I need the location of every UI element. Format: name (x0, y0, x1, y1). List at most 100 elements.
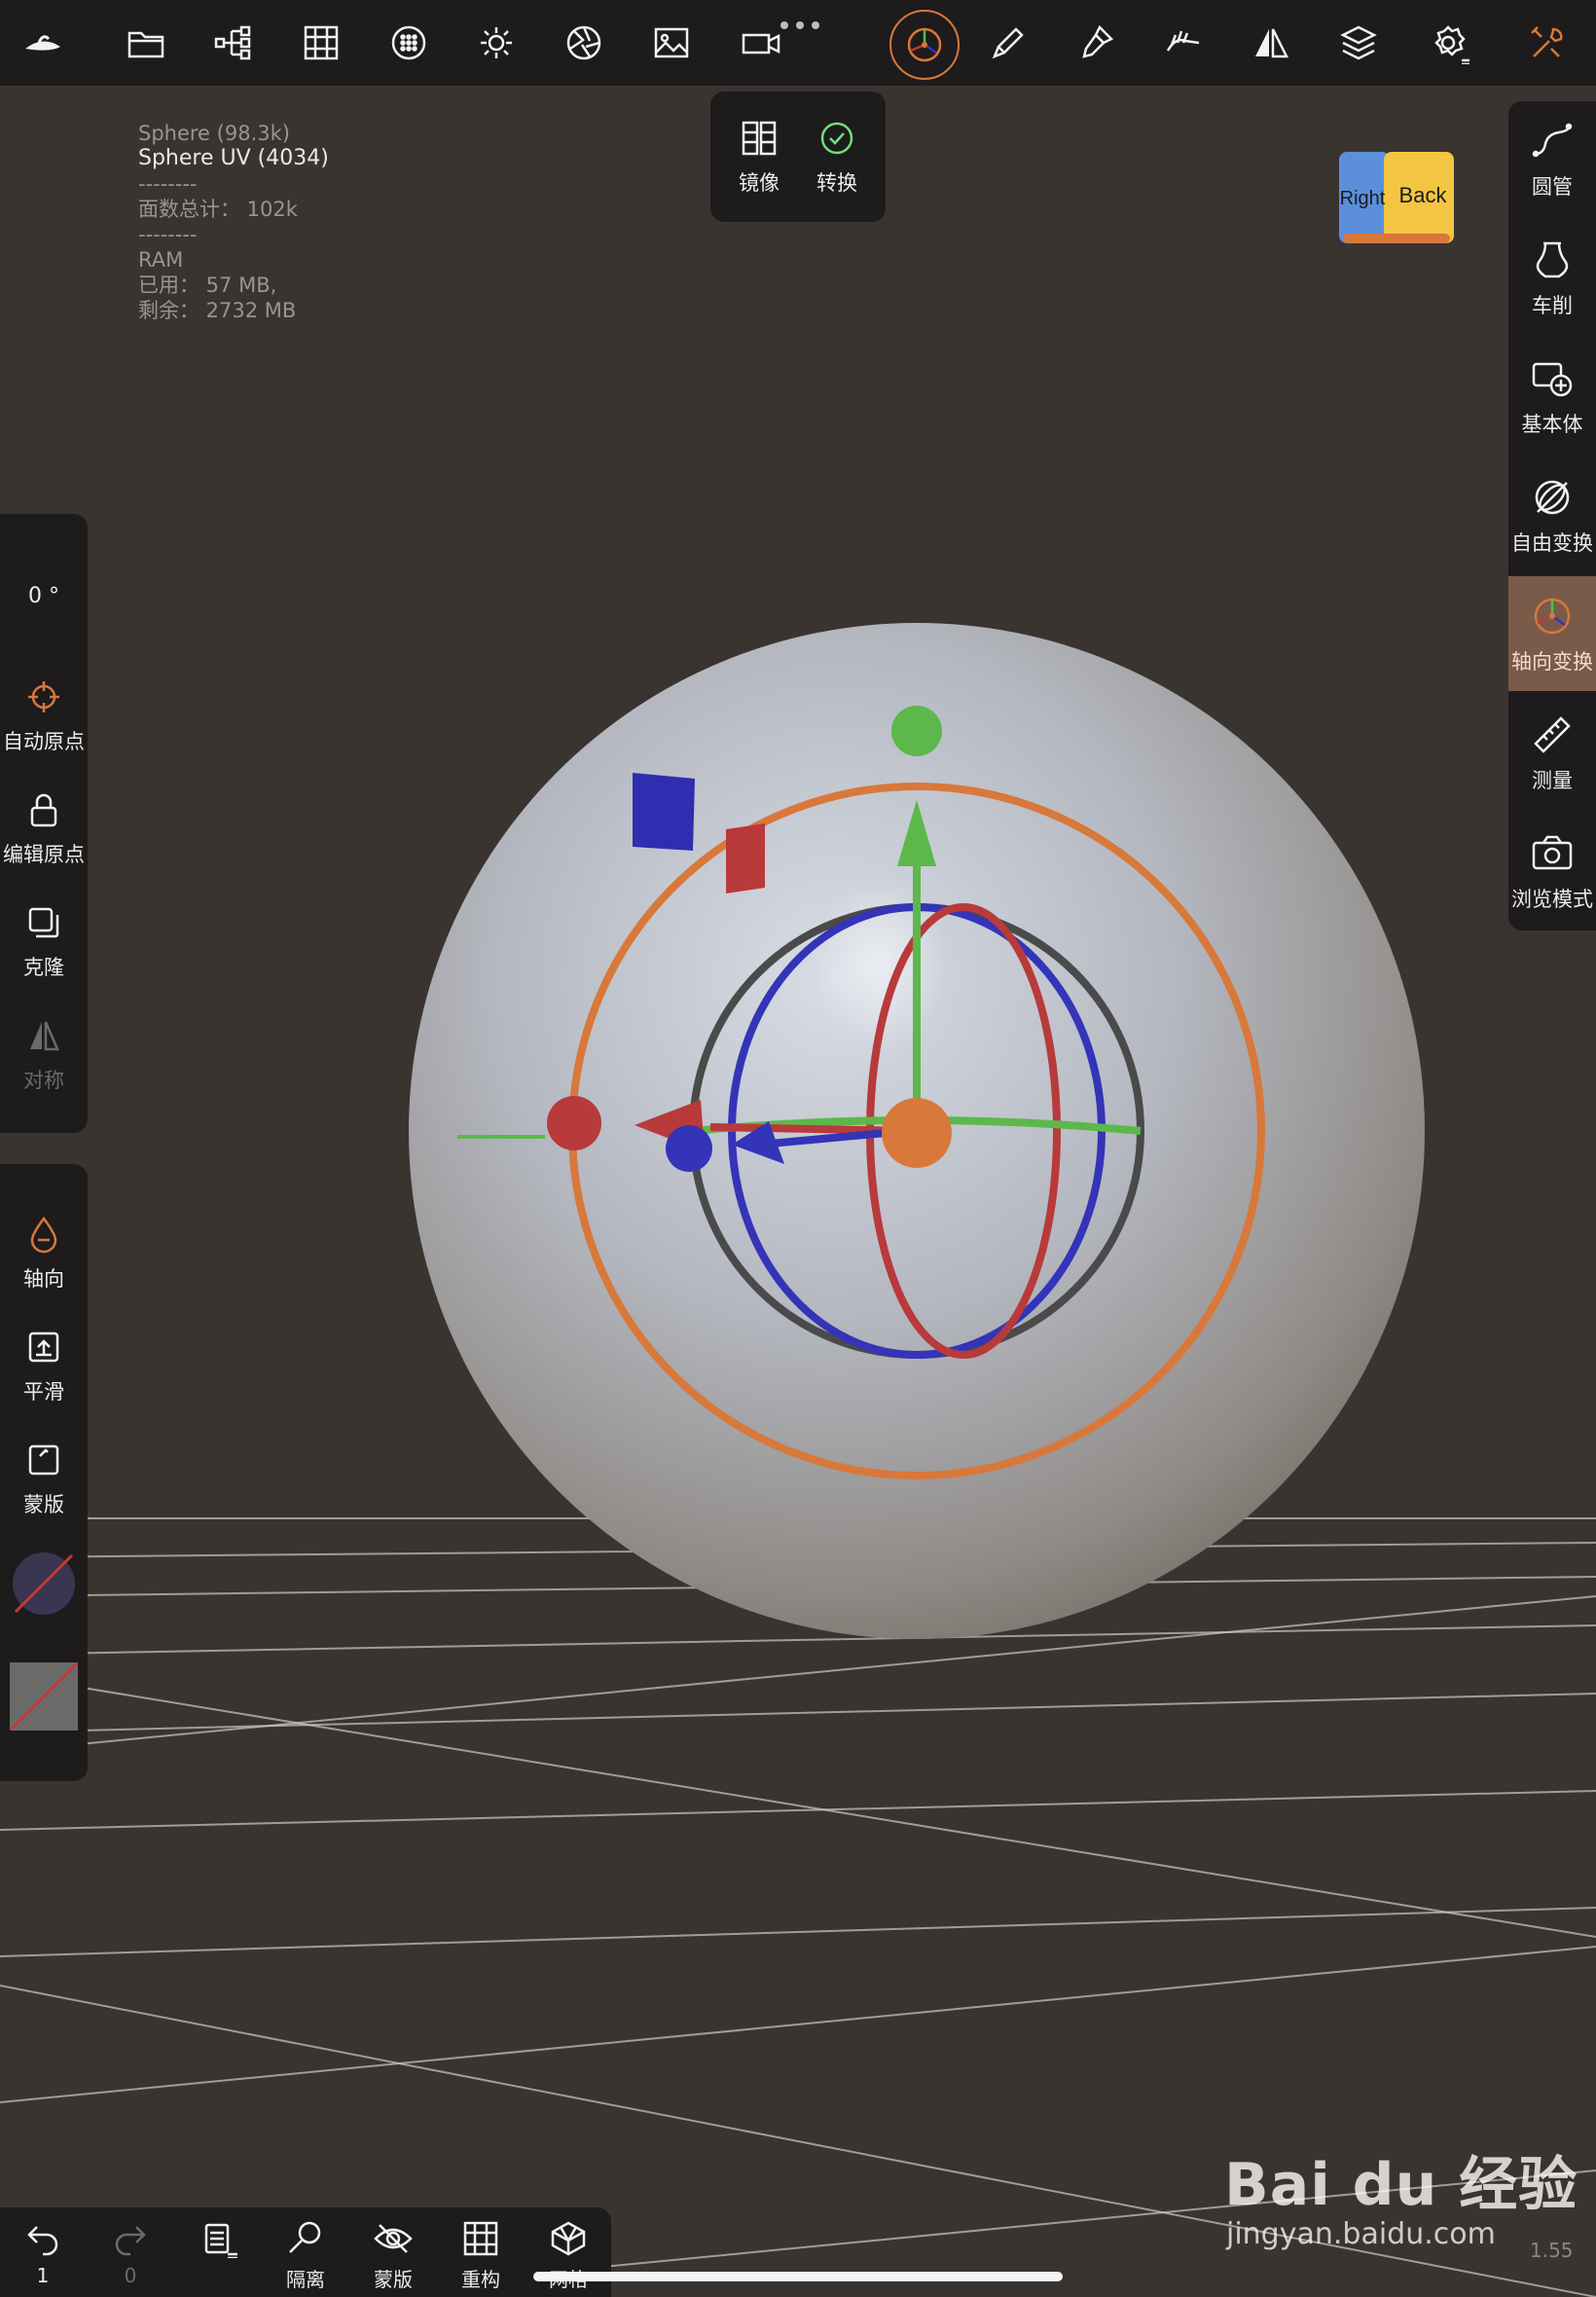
hide-mask-button[interactable]: 蒙版 (354, 2219, 432, 2292)
lock-icon (30, 793, 57, 827)
undo-icon (27, 2226, 58, 2256)
mirror-convert-popup: 镜像 转换 (710, 91, 886, 222)
zoom-level: 1.55 (1530, 2239, 1574, 2262)
browse-mode-tool[interactable]: 浏览模式 (1508, 814, 1596, 929)
axis-button[interactable]: 轴向 (0, 1215, 88, 1293)
watermark-logo: Bai du 经验 (1224, 2151, 1578, 2219)
angle-value[interactable]: 0 ° (0, 584, 88, 608)
measure-tool[interactable]: 测量 (1508, 695, 1596, 810)
layers-icon[interactable] (1329, 14, 1388, 72)
camera-aperture-icon[interactable] (555, 14, 613, 72)
viewport-3d[interactable] (0, 0, 1596, 2297)
settings-gear-icon[interactable] (1419, 14, 1477, 72)
tube-curve-icon (1532, 123, 1573, 158)
redo-icon (115, 2226, 146, 2256)
info-separator: -------- (138, 223, 198, 246)
mirror-symmetry-icon[interactable] (1242, 14, 1300, 72)
free-transform-icon (1535, 480, 1570, 515)
primitive-tool[interactable]: 基本体 (1508, 339, 1596, 454)
redo-button[interactable]: 0 (91, 2219, 169, 2287)
scene-render (0, 623, 1596, 2297)
mask-button[interactable]: 蒙版 (0, 1440, 88, 1518)
view-cube-right[interactable]: Right (1340, 188, 1386, 209)
info-ram-title: RAM (138, 248, 184, 272)
folder-icon[interactable] (117, 14, 175, 72)
gizmo-transform-tool[interactable]: 轴向变换 (1508, 576, 1596, 691)
smooth-upload-icon (28, 1331, 59, 1363)
smooth-button[interactable]: 平滑 (0, 1328, 88, 1405)
hide-mask-label: 蒙版 (374, 2268, 413, 2291)
ruler-icon (1534, 716, 1571, 753)
image-icon[interactable] (642, 14, 701, 72)
symmetry-button[interactable]: 对称 (0, 1016, 88, 1094)
edit-origin-button[interactable]: 编辑原点 (0, 790, 88, 868)
info-ram-used: 已用： 57 MB, (138, 273, 277, 297)
left-panel-bottom: 轴向 平滑 蒙版 (0, 1164, 88, 1781)
undo-button[interactable]: 1 (4, 2219, 82, 2287)
primitive-add-icon (1532, 362, 1573, 397)
remesh-button[interactable]: 重构 (442, 2219, 520, 2292)
top-toolbar (0, 0, 1596, 86)
smooth-label: 平滑 (23, 1380, 64, 1404)
view-cube[interactable]: Right Back (1335, 148, 1458, 247)
info-mesh-total: Sphere (98.3k) (138, 122, 290, 145)
remesh-label: 重构 (461, 2268, 500, 2291)
convert-label: 转换 (816, 171, 857, 195)
mesh-icon (551, 2221, 586, 2256)
clone-label: 克隆 (23, 956, 64, 979)
auto-origin-label: 自动原点 (3, 730, 85, 753)
smudge-hand-icon[interactable] (1154, 14, 1213, 72)
clone-icon (28, 907, 59, 938)
scene-info: Sphere (98.3k) Sphere UV (4034) --------… (138, 121, 329, 323)
lathe-tool[interactable]: 车削 (1508, 220, 1596, 335)
grid-icon (463, 2221, 498, 2256)
gizmo-active-icon[interactable] (889, 10, 960, 80)
symmetry-label: 对称 (23, 1069, 64, 1092)
measure-label: 测量 (1532, 769, 1573, 792)
redo-count: 0 (124, 2264, 137, 2287)
notes-button[interactable] (179, 2219, 257, 2264)
mirror-button[interactable]: 镜像 (720, 119, 798, 197)
lathe-label: 车削 (1532, 294, 1573, 317)
right-toolbar: 圆管 车削 基本体 自由变换 轴向变换 测量 浏览模式 (1508, 101, 1596, 930)
axis-label: 轴向 (23, 1267, 64, 1291)
paint-brush-icon[interactable] (1067, 14, 1125, 72)
mirror-grid-icon (742, 121, 777, 156)
scene-tree-icon[interactable] (204, 14, 263, 72)
convert-button[interactable]: 转换 (798, 119, 876, 197)
symmetry-icon (30, 1021, 59, 1051)
mask-label: 蒙版 (23, 1493, 64, 1516)
mask-icon (28, 1444, 59, 1476)
more-dots-icon[interactable] (779, 16, 821, 29)
mirror-label: 镜像 (739, 171, 780, 195)
free-transform-tool[interactable]: 自由变换 (1508, 457, 1596, 572)
document-icon (204, 2223, 237, 2258)
info-faces: 面数总计： 102k (138, 198, 298, 221)
gizmo-transform-icon (1534, 598, 1571, 635)
isolate-button[interactable]: 隔离 (267, 2219, 345, 2292)
texture-swatch[interactable] (8, 1660, 80, 1732)
isolate-search-icon (289, 2221, 321, 2253)
watermark-url: jingyan.baidu.com (1226, 2217, 1496, 2251)
tube-tool[interactable]: 圆管 (1508, 101, 1596, 216)
clone-button[interactable]: 克隆 (0, 903, 88, 981)
edit-origin-label: 编辑原点 (3, 843, 85, 866)
info-separator: -------- (138, 172, 198, 196)
bottom-toolbar: 1 0 隔离 蒙版 重构 网格 (0, 2207, 611, 2297)
free-transform-label: 自由变换 (1511, 531, 1593, 555)
material-sphere-icon[interactable] (380, 14, 438, 72)
matcap-swatch[interactable] (12, 1551, 76, 1616)
auto-origin-button[interactable]: 自动原点 (0, 677, 88, 755)
brush-icon[interactable] (979, 14, 1037, 72)
topology-grid-icon[interactable] (292, 14, 350, 72)
camera-icon (1532, 835, 1573, 870)
lathe-vase-icon (1536, 241, 1569, 278)
app-logo-icon[interactable] (14, 14, 72, 72)
eye-hidden-icon (374, 2224, 413, 2253)
gizmo-transform-label: 轴向变换 (1511, 650, 1593, 674)
tools-wrench-icon[interactable] (1518, 14, 1577, 72)
home-indicator[interactable] (533, 2272, 1063, 2281)
lighting-sun-icon[interactable] (467, 14, 526, 72)
view-cube-back[interactable]: Back (1399, 183, 1448, 207)
info-mesh-name: Sphere UV (4034) (138, 146, 329, 170)
